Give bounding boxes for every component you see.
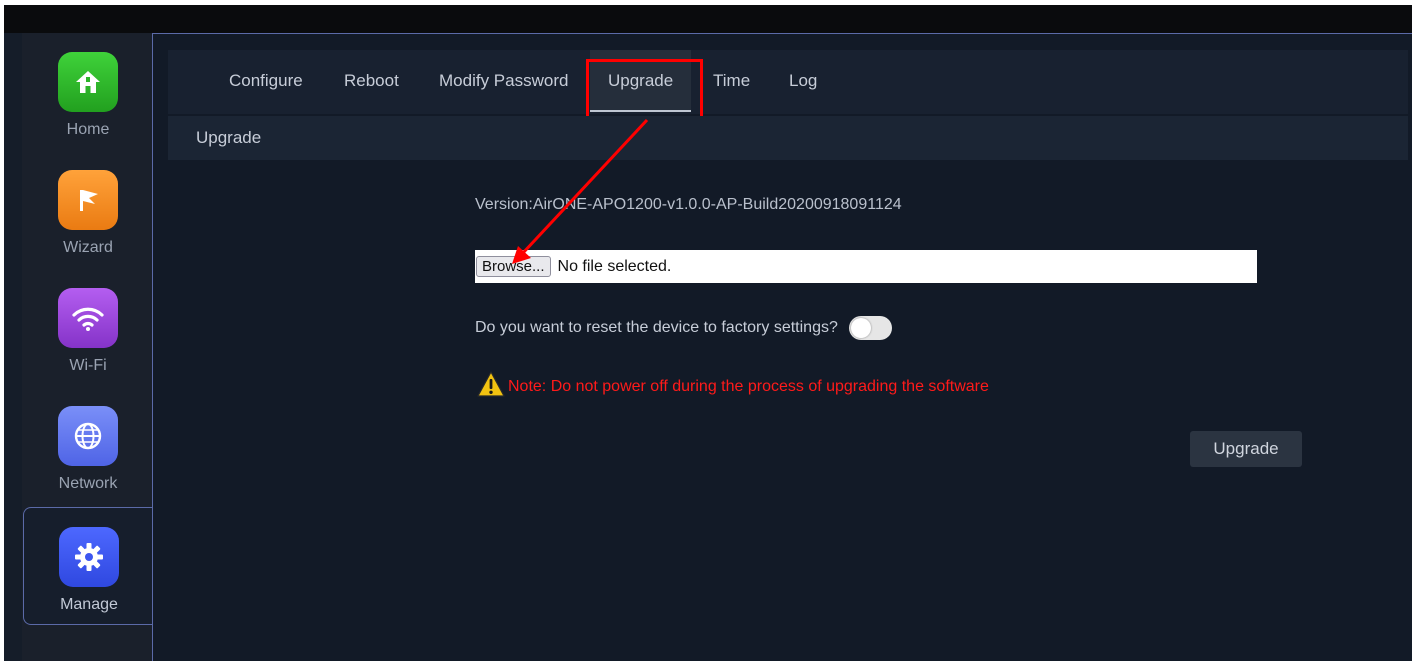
sidebar-item-label: Home bbox=[66, 121, 110, 138]
sidebar-item-label: Wizard bbox=[63, 239, 113, 256]
sidebar-item-wizard[interactable]: Wizard bbox=[22, 151, 154, 269]
top-bar bbox=[4, 5, 1412, 33]
flag-icon bbox=[58, 170, 118, 230]
section-header: Upgrade bbox=[168, 116, 1408, 160]
annotation-highlight-box bbox=[586, 59, 703, 122]
tab-reboot[interactable]: Reboot bbox=[344, 50, 399, 112]
sidebar-item-wifi[interactable]: Wi-Fi bbox=[22, 269, 154, 387]
upgrade-button[interactable]: Upgrade bbox=[1190, 431, 1302, 467]
sidebar: Home Wizard Wi-Fi Network Manage bbox=[22, 33, 154, 661]
sidebar-item-label: Network bbox=[58, 475, 118, 492]
gear-icon bbox=[59, 527, 119, 587]
warning-icon bbox=[477, 370, 505, 403]
firmware-file-input[interactable]: Browse... No file selected. bbox=[475, 250, 1257, 283]
sidebar-item-manage[interactable]: Manage bbox=[23, 507, 154, 625]
sidebar-item-label: Wi-Fi bbox=[69, 357, 107, 374]
sidebar-item-label: Manage bbox=[60, 596, 118, 613]
warning-note: Note: Do not power off during the proces… bbox=[477, 370, 989, 403]
tab-time[interactable]: Time bbox=[713, 50, 750, 112]
browse-button[interactable]: Browse... bbox=[476, 256, 551, 277]
tab-modify-password[interactable]: Modify Password bbox=[439, 50, 568, 112]
firmware-version: Version:AirONE-APO1200-v1.0.0-AP-Build20… bbox=[475, 196, 902, 213]
section-title: Upgrade bbox=[196, 128, 262, 147]
factory-reset-row: Do you want to reset the device to facto… bbox=[475, 316, 892, 340]
warning-text: Note: Do not power off during the proces… bbox=[508, 377, 989, 395]
tab-log[interactable]: Log bbox=[789, 50, 817, 112]
tab-configure[interactable]: Configure bbox=[229, 50, 303, 112]
toggle-knob bbox=[850, 318, 871, 338]
sidebar-item-network[interactable]: Network bbox=[22, 387, 154, 505]
wifi-icon bbox=[58, 288, 118, 348]
home-icon bbox=[58, 52, 118, 112]
sidebar-item-home[interactable]: Home bbox=[22, 33, 154, 151]
file-status: No file selected. bbox=[557, 257, 672, 275]
factory-reset-label: Do you want to reset the device to facto… bbox=[475, 319, 838, 336]
globe-icon bbox=[58, 406, 118, 466]
factory-reset-toggle[interactable] bbox=[848, 316, 892, 340]
tab-bar: Configure Reboot Modify Password Upgrade… bbox=[168, 50, 1408, 114]
